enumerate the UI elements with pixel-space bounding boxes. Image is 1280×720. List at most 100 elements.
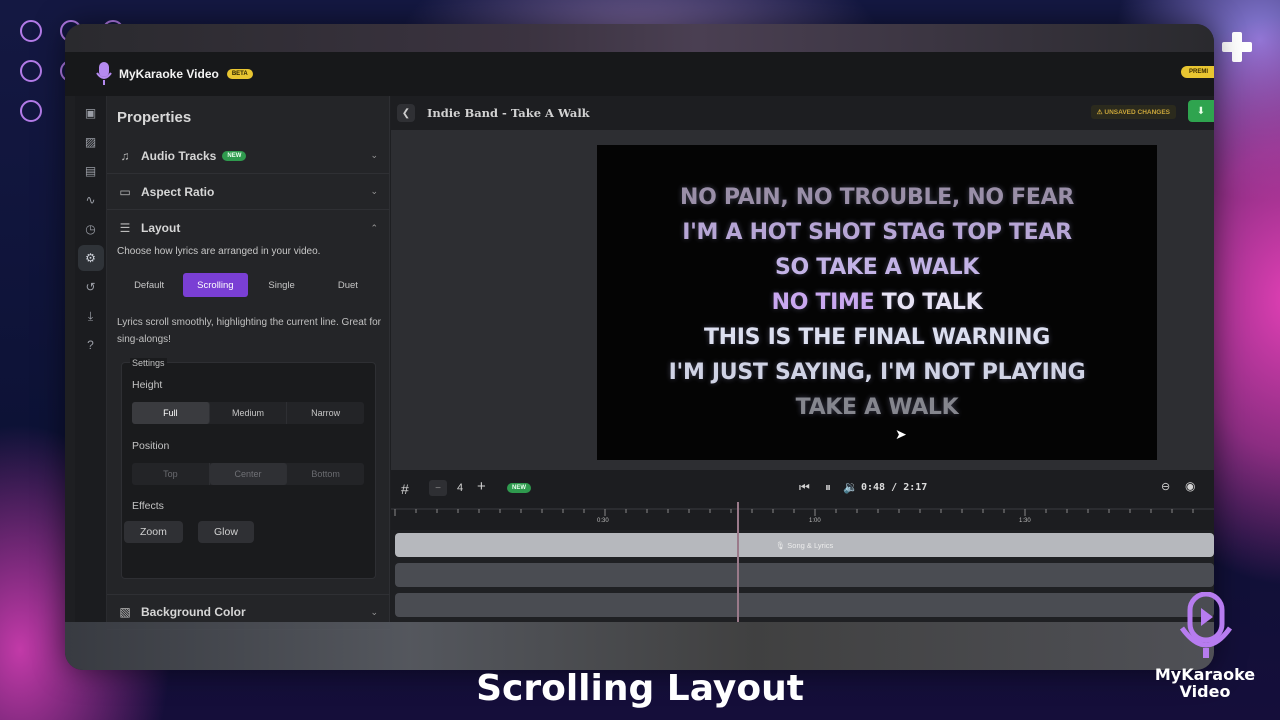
position-option-top[interactable]: Top	[132, 463, 210, 485]
ruler-label: 0:30	[597, 518, 609, 524]
editor-header: ❮ Indie Band - Take A Walk ⚠ UNSAVED CHA…	[391, 96, 1214, 130]
decor-circle	[20, 60, 42, 82]
song-lyrics-track[interactable]: 🎙 Song & Lyrics	[395, 533, 1214, 557]
layout-option-duet[interactable]: Duet	[316, 273, 380, 297]
layout-option-scrolling[interactable]: Scrolling	[183, 273, 248, 297]
save-icon[interactable]: ⬇	[1188, 100, 1214, 122]
lyric-line: I'M A HOT SHOT STAG TOP TEAR	[682, 220, 1072, 245]
tool-rail: ▣ ▨ ▤ ∿ ◷ ⚙ ↺ ⤓ ?	[75, 96, 107, 622]
plus-decor-icon	[1222, 32, 1252, 62]
effect-glow-button[interactable]: Glow	[198, 521, 254, 543]
chevron-down-icon: ⌄	[370, 150, 378, 160]
lyric-line-faded	[874, 425, 879, 445]
position-option-bottom[interactable]: Bottom	[287, 463, 364, 485]
video-tool-icon[interactable]: ▤	[78, 158, 104, 184]
lyric-line-faded	[874, 160, 879, 180]
height-option-full[interactable]: Full	[132, 402, 210, 424]
ruler-ticks	[391, 508, 1214, 516]
skip-back-icon[interactable]: ⏮	[799, 480, 810, 495]
unsaved-text: UNSAVED CHANGES	[1104, 108, 1170, 116]
microphone-logo-icon	[96, 62, 112, 85]
layout-description: Choose how lyrics are arranged in your v…	[117, 246, 321, 257]
section-layout[interactable]: ☰ Layout ⌃	[107, 210, 390, 246]
image-tool-icon[interactable]: ▨	[78, 129, 104, 155]
app-title: MyKaraoke Video	[119, 67, 219, 81]
new-badge: NEW	[222, 150, 247, 161]
volume-icon[interactable]: 🔉	[843, 480, 858, 494]
timeline-track[interactable]	[395, 563, 1214, 587]
decor-circle	[20, 100, 42, 122]
unsaved-changes-badge: ⚠ UNSAVED CHANGES	[1090, 105, 1176, 119]
help-icon[interactable]: ?	[78, 332, 104, 358]
chevron-down-icon: ⌄	[370, 186, 378, 196]
effect-zoom-button[interactable]: Zoom	[124, 521, 183, 543]
position-option-center[interactable]: Center	[209, 463, 288, 485]
lyric-line-current: NO TIME TO TALK	[772, 285, 983, 320]
section-aspect-ratio[interactable]: ▭ Aspect Ratio ⌄	[107, 174, 390, 210]
window-topbar	[65, 24, 1214, 52]
settings-legend: Settings	[130, 358, 167, 368]
effects-label: Effects	[132, 500, 164, 512]
layout-options: Default Scrolling Single Duet	[117, 273, 380, 297]
lyric-highlight: NO TIME	[771, 290, 875, 315]
height-option-medium[interactable]: Medium	[210, 402, 288, 424]
section-label: Audio Tracks	[141, 148, 217, 163]
timer-tool-icon[interactable]: ◷	[78, 216, 104, 242]
back-arrow-icon[interactable]: ❮	[397, 104, 415, 122]
microphone-brand-icon	[1179, 592, 1233, 658]
mouse-cursor-icon: ➤	[895, 426, 907, 442]
playhead[interactable]	[737, 502, 739, 622]
layout-icon: ☰	[119, 221, 131, 235]
pause-icon[interactable]: ⏸	[825, 480, 831, 495]
window-bottom	[65, 622, 1214, 670]
lyric-line: TAKE A WALK	[795, 395, 959, 420]
timeline-tracks: 🎙 Song & Lyrics	[391, 530, 1214, 622]
time-total: 2:17	[903, 482, 928, 493]
section-label: Background Color	[141, 605, 246, 619]
section-label: Aspect Ratio	[141, 184, 215, 199]
app-window: MyKaraoke Video BETA PREMI ▣ ▨ ▤ ∿ ◷ ⚙ ↺…	[65, 24, 1214, 670]
song-title: Indie Band - Take A Walk	[427, 106, 590, 120]
waveform-tool-icon[interactable]: ∿	[78, 187, 104, 213]
lyric-line: I'M JUST SAYING, I'M NOT PLAYING	[668, 360, 1086, 385]
app-header: MyKaraoke Video BETA PREMI	[65, 52, 1214, 96]
plus-button[interactable]: +	[477, 478, 486, 495]
position-label: Position	[132, 440, 170, 452]
new-badge: NEW	[507, 483, 531, 493]
grid-value: 4	[457, 482, 464, 494]
aspect-ratio-icon: ▭	[119, 184, 131, 199]
zoom-out-icon[interactable]: ⊖	[1161, 480, 1170, 493]
version-badge: BETA	[226, 69, 253, 79]
section-audio-tracks[interactable]: ♫ Audio Tracks NEW ⌄	[107, 138, 390, 174]
timeline-track[interactable]	[395, 593, 1214, 617]
history-icon[interactable]: ↺	[78, 274, 104, 300]
canvas-area: NO PAIN, NO TROUBLE, NO FEAR I'M A HOT S…	[391, 130, 1214, 470]
time-current: 0:48	[861, 482, 886, 493]
layout-option-single[interactable]: Single	[250, 273, 314, 297]
minus-button[interactable]: −	[429, 480, 447, 496]
properties-panel: Properties ♫ Audio Tracks NEW ⌄ ▭ Aspect…	[107, 96, 390, 630]
timeline-toolbar: # − 4 + NEW ⏮ ⏸ 🔉 0:48 / 2:17 ⊖ ◉	[391, 470, 1214, 508]
zoom-slider-handle[interactable]: ◉	[1185, 479, 1195, 493]
height-option-narrow[interactable]: Narrow	[287, 402, 364, 424]
time-separator: /	[891, 482, 898, 493]
download-icon[interactable]: ⤓	[78, 303, 104, 329]
settings-group: Settings Height Full Medium Narrow Posit…	[121, 358, 376, 579]
timeline-ruler: 0:30 1:00 1:30	[391, 508, 1214, 530]
premium-badge[interactable]: PREMI	[1180, 66, 1214, 78]
section-label: Layout	[141, 221, 181, 235]
pattern-icon: ▧	[119, 605, 131, 619]
microphone-icon: 🎙	[775, 540, 788, 550]
settings-gear-icon[interactable]: ⚙	[77, 245, 104, 271]
panel-title: Properties	[117, 109, 192, 126]
track-label: Song & Lyrics	[787, 540, 834, 550]
scrolling-description: Lyrics scroll smoothly, highlighting the…	[117, 317, 381, 345]
music-note-icon: ♫	[120, 148, 130, 163]
chevron-up-icon: ⌃	[370, 222, 378, 233]
lyrics-preview: NO PAIN, NO TROUBLE, NO FEAR I'M A HOT S…	[597, 145, 1157, 460]
time-display: 0:48 / 2:17	[861, 482, 927, 493]
height-label: Height	[132, 379, 163, 391]
layout-option-default[interactable]: Default	[117, 273, 181, 297]
grid-icon[interactable]: #	[401, 481, 409, 497]
text-tool-icon[interactable]: ▣	[78, 100, 104, 126]
